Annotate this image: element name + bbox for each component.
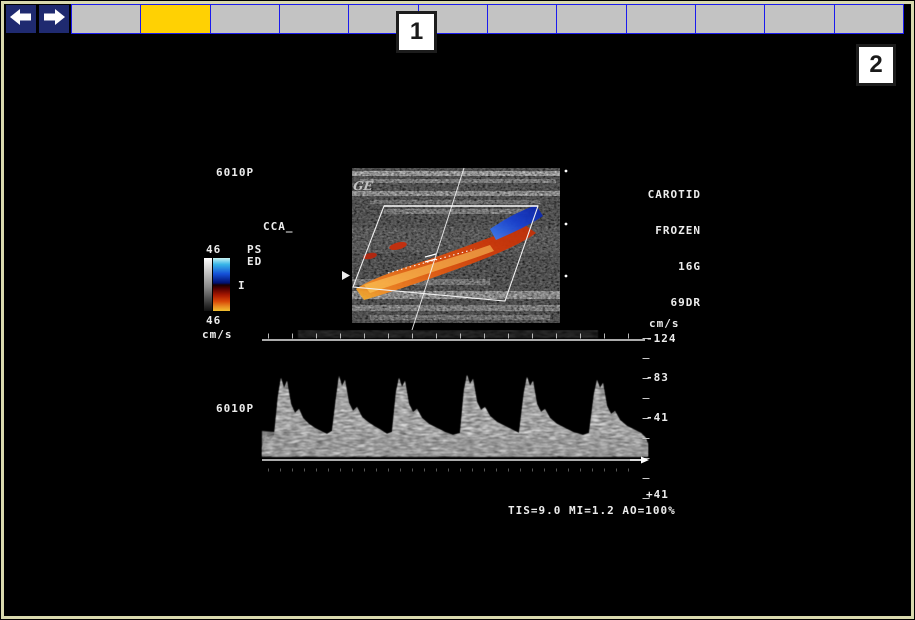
left-arrow-icon <box>10 8 32 30</box>
toolbar-segment-9[interactable] <box>627 5 696 33</box>
region-marker-1[interactable]: 1 <box>396 11 437 53</box>
doppler-color-bar <box>213 258 230 311</box>
region-marker-2[interactable]: 2 <box>856 44 896 86</box>
back-button[interactable] <box>5 4 37 34</box>
probe-id-top: 6010P <box>216 166 254 179</box>
top-toolbar <box>5 4 904 34</box>
right-arrow-icon <box>43 8 65 30</box>
toolbar-segment-10[interactable] <box>696 5 765 33</box>
ultrasound-screen: 1 2 6010P CAROTID FROZEN 16G 69DR CCA_ 4… <box>0 0 915 620</box>
acoustic-output-readout: TIS=9.0 MI=1.2 AO=100% <box>508 504 676 517</box>
focus-marker-icon <box>342 271 350 280</box>
toolbar-segment-1[interactable] <box>72 5 141 33</box>
toolbar-segment-11[interactable] <box>765 5 834 33</box>
gain-label: 16G <box>648 261 701 273</box>
color-invert-marker: I <box>238 279 246 292</box>
color-scale-unit: cm/s <box>202 328 233 341</box>
color-scale-max: 46 <box>206 243 221 256</box>
dynamic-range-label: 69DR <box>648 297 701 309</box>
color-scale-min: 46 <box>206 314 221 327</box>
spectral-tick-plus41: +41 <box>646 488 669 501</box>
toolbar-segment-8[interactable] <box>557 5 626 33</box>
exam-preset-label: CAROTID <box>648 189 701 201</box>
grayscale-bar <box>204 258 212 311</box>
spectral-doppler-display <box>258 330 654 508</box>
ed-label: ED <box>247 255 262 268</box>
anatomy-annotation: CCA_ <box>263 220 294 233</box>
exam-status-block: CAROTID FROZEN 16G 69DR <box>648 165 701 333</box>
toolbar-segment-2-active[interactable] <box>141 5 210 33</box>
probe-id-bottom: 6010P <box>216 402 254 415</box>
toolbar-segment-strip <box>71 4 904 34</box>
spectral-tick-83: -83 <box>646 371 669 384</box>
freeze-status-label: FROZEN <box>648 225 701 237</box>
spectral-tick-41: -41 <box>646 411 669 424</box>
ge-logo: GE <box>352 179 374 193</box>
bmode-color-image: GE <box>340 167 576 333</box>
depth-scale-markers <box>565 170 568 278</box>
spectral-tick-124: -124 <box>646 332 677 345</box>
spectral-scale-unit: cm/s <box>649 317 680 330</box>
toolbar-segment-12[interactable] <box>835 5 903 33</box>
toolbar-segment-7[interactable] <box>488 5 557 33</box>
toolbar-segment-4[interactable] <box>280 5 349 33</box>
forward-button[interactable] <box>38 4 70 34</box>
toolbar-segment-3[interactable] <box>211 5 280 33</box>
